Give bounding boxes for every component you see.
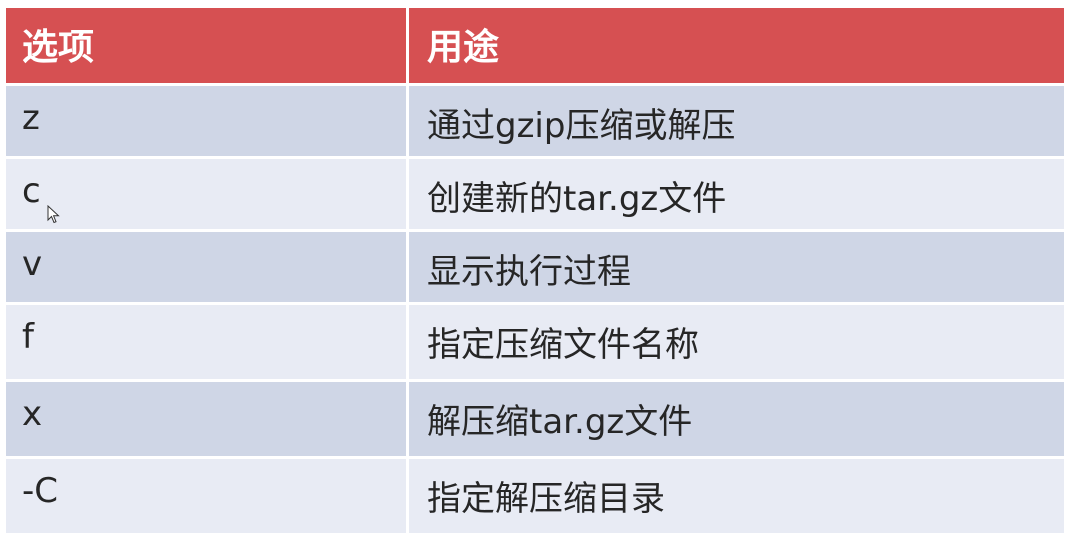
- table-row-usage: 指定压缩文件名称: [409, 305, 1064, 379]
- table-row-usage: 显示执行过程: [409, 232, 1064, 302]
- mouse-pointer-icon: [47, 205, 60, 224]
- table-row-option: -C: [6, 459, 406, 533]
- table-row-usage: 解压缩tar.gz文件: [409, 382, 1064, 456]
- table-row-usage: 通过gzip压缩或解压: [409, 86, 1064, 156]
- table-row-usage: 创建新的tar.gz文件: [409, 159, 1064, 229]
- table-row-option: f: [6, 305, 406, 379]
- header-option: 选项: [6, 8, 406, 83]
- table-row-option: v: [6, 232, 406, 302]
- header-usage: 用途: [409, 8, 1064, 83]
- table-row-option: c: [6, 159, 406, 229]
- table-row-option: z: [6, 86, 406, 156]
- options-table: 选项 用途 z 通过gzip压缩或解压 c 创建新的tar.gz文件 v 显示执…: [6, 8, 1064, 533]
- table-row-usage: 指定解压缩目录: [409, 459, 1064, 533]
- table-row-option: x: [6, 382, 406, 456]
